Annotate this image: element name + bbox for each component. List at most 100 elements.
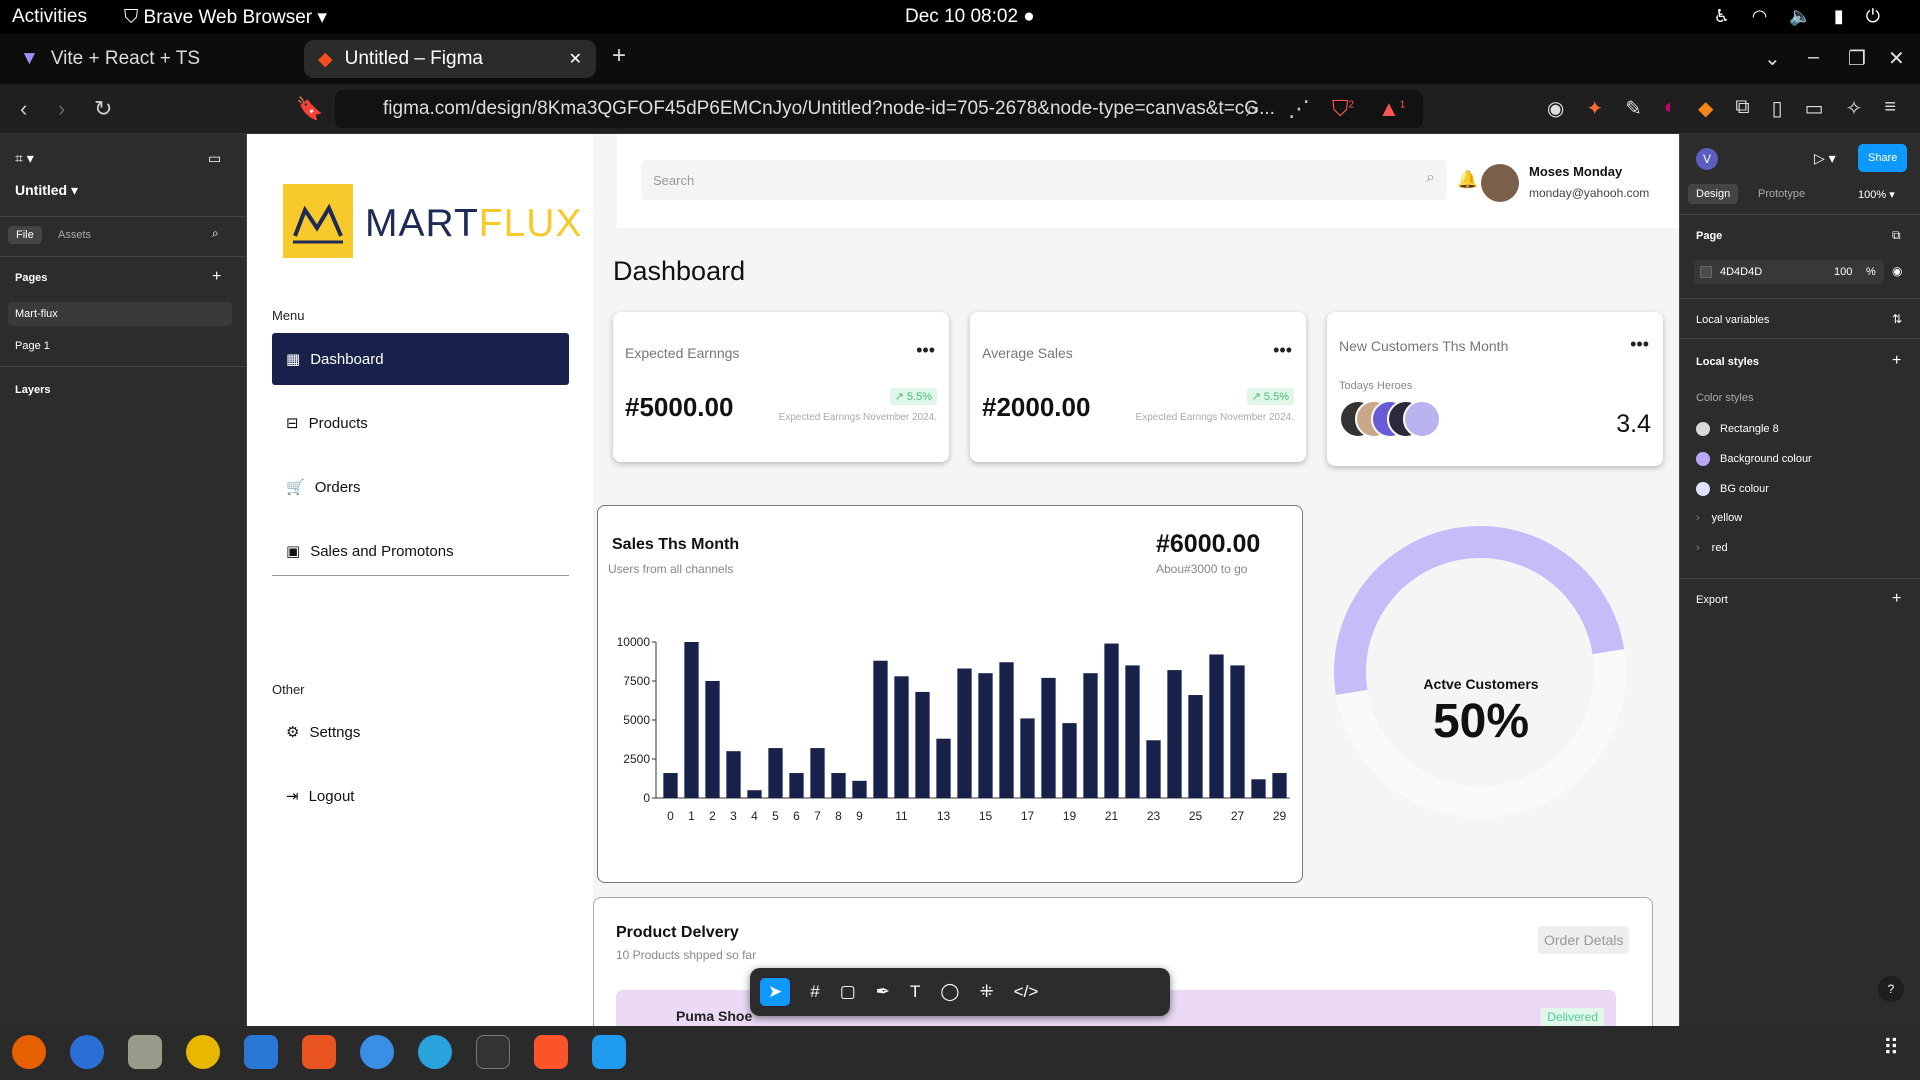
tab-vite[interactable]: ▼ Vite + React + TS: [6, 40, 296, 78]
order-details-button[interactable]: Order Detals: [1538, 926, 1630, 954]
battery-icon[interactable]: ▮: [1834, 6, 1844, 27]
eye-icon[interactable]: ◉: [1892, 264, 1902, 278]
comment-tool-icon[interactable]: ◯: [940, 982, 959, 1002]
menu-item-settings[interactable]: ⚙ Settngs: [272, 706, 569, 758]
share-button[interactable]: Share: [1858, 144, 1908, 172]
activities-button[interactable]: Activities: [12, 6, 87, 28]
frame-tool-icon[interactable]: #: [810, 982, 819, 1002]
menu-item-dashboard[interactable]: ▦ Dashboard: [272, 333, 569, 385]
writer-icon[interactable]: [244, 1035, 278, 1069]
play-icon[interactable]: ▷ ▾: [1814, 150, 1836, 167]
file-name[interactable]: Untitled ▾: [15, 182, 78, 199]
search-icon[interactable]: ⌕: [1426, 169, 1435, 187]
style-item[interactable]: Background colour: [1696, 452, 1812, 466]
system-tray[interactable]: ♿ ◠ 🔈 ▮ ⏻: [1714, 6, 1880, 27]
figma-canvas[interactable]: MARTFLUX Menu ▦ Dashboard ⊟ Products 🛒 Orde…: [247, 134, 1679, 1026]
wallet-icon[interactable]: ▭: [1805, 96, 1824, 121]
move-tool-icon[interactable]: ➤: [760, 978, 791, 1006]
dev-mode-icon[interactable]: </>: [1014, 982, 1039, 1002]
leo-icon[interactable]: ✧: [1846, 96, 1863, 121]
page-styles-icon[interactable]: ⧉: [1892, 228, 1901, 243]
thunderbird-icon[interactable]: [70, 1035, 104, 1069]
text-tool-icon[interactable]: T: [910, 982, 920, 1002]
rhythmbox-icon[interactable]: [186, 1035, 220, 1069]
zoom-select[interactable]: 100% ▾: [1858, 188, 1895, 201]
firefox-icon[interactable]: [12, 1035, 46, 1069]
wifi-icon[interactable]: ◠: [1752, 6, 1768, 27]
menu-icon[interactable]: ≡: [1884, 96, 1896, 121]
share-icon[interactable]: ⋰: [1288, 96, 1310, 122]
puzzle-icon[interactable]: ⧉: [1735, 96, 1749, 121]
tab-list-icon[interactable]: ⌄: [1764, 46, 1781, 71]
help-app-icon[interactable]: [360, 1035, 394, 1069]
close-window-icon[interactable]: ✕: [1888, 46, 1905, 71]
trend-badge: ↗ 5.5%: [889, 388, 937, 405]
menu-item-logout[interactable]: ⇥ Logout: [272, 770, 569, 822]
forward-icon[interactable]: ›: [58, 96, 65, 122]
menu-item-sales[interactable]: ▣ Sales and Promotons: [272, 525, 569, 577]
maximize-icon[interactable]: ❐: [1848, 46, 1866, 71]
page-item-page-1[interactable]: Page 1: [15, 340, 50, 352]
terminal-icon[interactable]: [476, 1035, 510, 1069]
extension-icon[interactable]: ◉: [1547, 96, 1564, 121]
menu-item-products[interactable]: ⊟ Products: [272, 397, 569, 449]
files-icon[interactable]: [128, 1035, 162, 1069]
sidebar-icon[interactable]: ▯: [1772, 96, 1783, 121]
app-menu[interactable]: ⛉ Brave Web Browser ▾: [124, 6, 327, 29]
vscode-icon[interactable]: [592, 1035, 626, 1069]
variables-icon[interactable]: ⇅: [1892, 312, 1902, 326]
style-group[interactable]: › red: [1696, 542, 1728, 554]
brave-icon[interactable]: [534, 1035, 568, 1069]
tab-design[interactable]: Design: [1688, 184, 1739, 204]
user-avatar[interactable]: V: [1696, 148, 1718, 170]
accessibility-icon[interactable]: ♿: [1714, 6, 1730, 27]
tab-figma[interactable]: ◆ Untitled – Figma ✕: [304, 40, 596, 78]
more-icon[interactable]: •••: [1630, 334, 1649, 355]
zoom-icon[interactable]: ⌕: [1246, 96, 1258, 122]
tab-file[interactable]: File: [8, 226, 42, 244]
page-item-mart-flux[interactable]: Mart-flux: [15, 308, 58, 320]
telegram-icon[interactable]: [418, 1035, 452, 1069]
add-export-icon[interactable]: +: [1892, 590, 1901, 608]
metamask-icon[interactable]: ◆: [1698, 96, 1713, 121]
extension-icon[interactable]: ◐: [1664, 96, 1676, 121]
local-variables[interactable]: Local variables: [1696, 314, 1769, 326]
menu-item-orders[interactable]: 🛒 Orders: [272, 461, 569, 513]
rewards-icon[interactable]: ▲1: [1378, 96, 1405, 122]
app-grid-icon[interactable]: ⠿: [1874, 1035, 1908, 1069]
url-field[interactable]: figma.com/design/8Kma3QGFOF45dP6EMCnJyo/…: [335, 90, 1423, 128]
toggle-panel-icon[interactable]: ▭: [208, 150, 221, 167]
rectangle-tool-icon[interactable]: ▢: [840, 982, 856, 1002]
add-style-icon[interactable]: +: [1892, 352, 1901, 370]
user-avatar[interactable]: [1481, 164, 1519, 202]
help-icon[interactable]: ?: [1878, 976, 1904, 1002]
figma-menu-icon[interactable]: ⌗ ▾: [15, 150, 34, 167]
bookmark-icon[interactable]: 🔖: [296, 96, 323, 122]
style-item[interactable]: BG colour: [1696, 482, 1769, 496]
search-input[interactable]: Search ⌕: [641, 160, 1447, 200]
clock[interactable]: Dec 10 08:02 ●: [905, 6, 1035, 28]
bell-icon[interactable]: 🔔: [1457, 170, 1478, 190]
close-tab-icon[interactable]: ✕: [569, 49, 582, 69]
style-group[interactable]: › yellow: [1696, 512, 1742, 524]
minimize-icon[interactable]: –: [1808, 46, 1819, 69]
components-icon[interactable]: ⁜: [979, 982, 993, 1002]
reload-icon[interactable]: ↻: [94, 96, 112, 122]
new-tab-button[interactable]: +: [612, 42, 626, 70]
page-color-field[interactable]: 4D4D4D 100 %: [1694, 260, 1884, 284]
tab-prototype[interactable]: Prototype: [1758, 188, 1805, 200]
power-icon[interactable]: ⏻: [1866, 6, 1880, 27]
volume-icon[interactable]: 🔈: [1789, 6, 1811, 27]
extension-icon[interactable]: ✎: [1625, 96, 1642, 121]
tab-assets[interactable]: Assets: [58, 229, 91, 241]
brave-shields-icon[interactable]: ⛉2: [1332, 96, 1354, 122]
style-item[interactable]: Rectangle 8: [1696, 422, 1779, 436]
more-icon[interactable]: •••: [1273, 340, 1292, 361]
app-center-icon[interactable]: [302, 1035, 336, 1069]
more-icon[interactable]: •••: [916, 340, 935, 361]
back-icon[interactable]: ‹: [20, 96, 27, 122]
add-page-icon[interactable]: +: [212, 268, 221, 286]
extension-icon[interactable]: ✦: [1586, 96, 1603, 121]
search-icon[interactable]: ⌕: [212, 226, 219, 241]
pen-tool-icon[interactable]: ✒: [876, 982, 890, 1002]
